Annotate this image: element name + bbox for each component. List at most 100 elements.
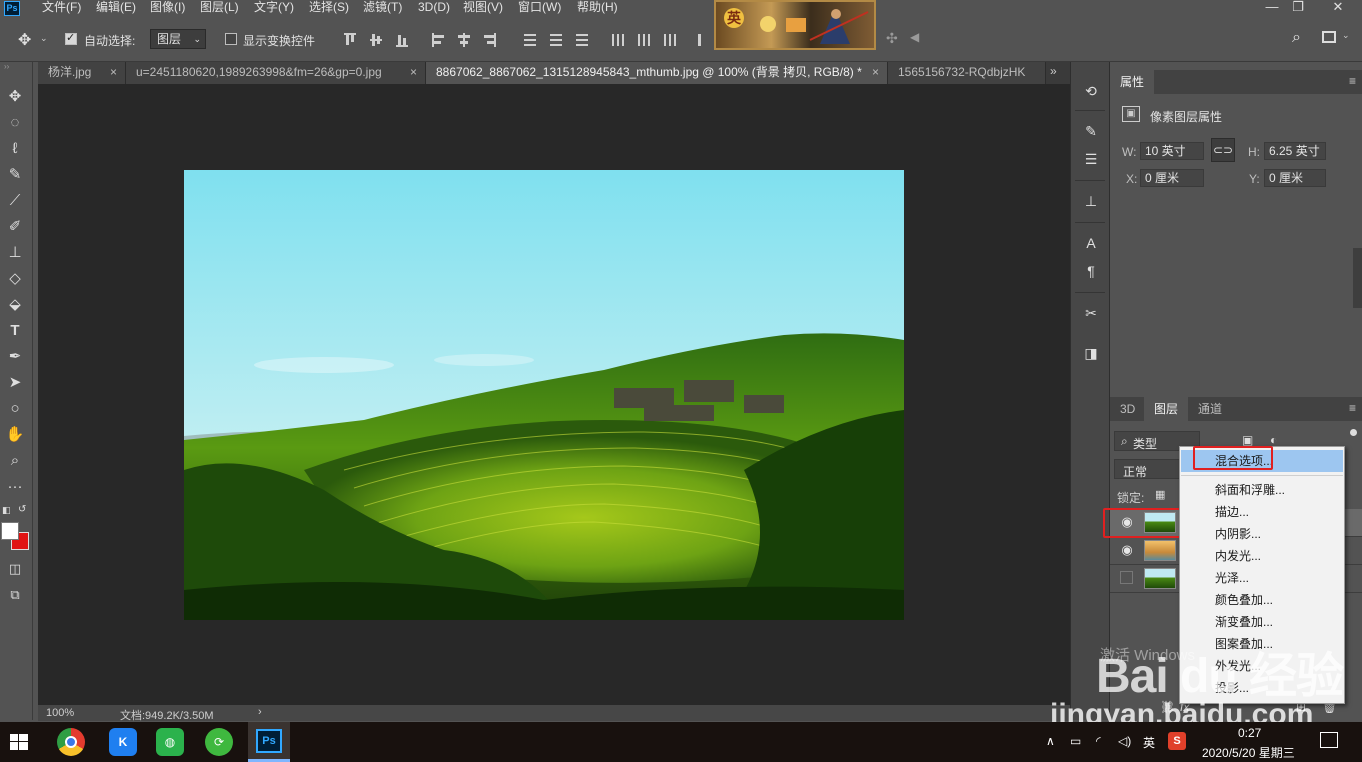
height-field[interactable]: 6.25 英寸 [1264, 142, 1326, 160]
adjustments-icon[interactable]: ☰ [1082, 150, 1100, 168]
menu-type[interactable]: 文字(Y) [254, 0, 294, 18]
restore-icon[interactable]: ❐ [1286, 0, 1310, 16]
menu-drop-shadow[interactable]: 投影... [1181, 677, 1343, 699]
3d-camera-icon[interactable]: ◀ [910, 30, 919, 44]
link-layers-icon[interactable]: ⛓ [1160, 700, 1175, 714]
tray-chevron-icon[interactable]: ∧ [1046, 734, 1055, 748]
volume-icon[interactable]: ◁) [1118, 734, 1131, 748]
brush-tool-icon[interactable]: ✐ [4, 216, 26, 238]
zoom-tool-icon[interactable]: ⌕ [4, 450, 26, 472]
filter-adjust-icon[interactable]: ◐ [1270, 433, 1277, 447]
tray-network-device-icon[interactable]: ▭ [1070, 734, 1081, 748]
filter-toggle-icon[interactable] [1350, 429, 1357, 436]
menu-outer-glow[interactable]: 外发光... [1181, 655, 1343, 677]
x-field[interactable]: 0 厘米 [1140, 169, 1204, 187]
menu-edit[interactable]: 编辑(E) [96, 0, 136, 18]
stamp-tool-icon[interactable]: ⊥ [4, 242, 26, 264]
chevron-down-icon[interactable]: ⌄ [40, 33, 48, 44]
swap-colors-icon[interactable]: ↺ [18, 504, 26, 515]
zoom-level[interactable]: 100% [46, 707, 74, 719]
pen-tool-icon[interactable]: ✒ [4, 346, 26, 368]
filter-pixel-icon[interactable]: ▣ [1242, 433, 1253, 447]
path-select-icon[interactable]: ➤ [4, 372, 26, 394]
layer-thumbnail[interactable] [1144, 568, 1176, 589]
hand-tool-icon[interactable]: ✋ [4, 424, 26, 446]
clock-time[interactable]: 0:27 [1238, 726, 1261, 740]
close-tab-icon[interactable]: × [110, 62, 117, 82]
tab-layers[interactable]: 图层 [1144, 397, 1189, 421]
menu-inner-shadow[interactable]: 内阴影... [1181, 523, 1343, 545]
chrome-icon[interactable] [57, 728, 85, 756]
ellipse-tool-icon[interactable]: ○ [4, 398, 26, 420]
marquee-tool-icon[interactable]: ◌ [4, 112, 26, 134]
tool-presets-icon[interactable]: ✂ [1082, 304, 1100, 322]
menu-color-overlay[interactable]: 颜色叠加... [1181, 589, 1343, 611]
magic-wand-icon[interactable]: ✎ [4, 164, 26, 186]
tab-document-3[interactable]: 8867062_8867062_1315128945843_mthumb.jpg… [426, 62, 888, 84]
clone-source-icon[interactable]: ⊥ [1082, 192, 1100, 210]
show-transform-checkbox[interactable] [225, 33, 237, 45]
tab-document-4[interactable]: 1565156732-RQdbjzHK [888, 62, 1046, 84]
tabs-overflow-icon[interactable]: » [1050, 64, 1057, 78]
clock-date[interactable]: 2020/5/20 星期三 [1202, 744, 1295, 761]
3d-orbit-icon[interactable]: ✣ [886, 30, 898, 47]
navigator-icon[interactable]: ◨ [1082, 344, 1100, 362]
close-icon[interactable]: ✕ [1326, 0, 1350, 16]
eraser-tool-icon[interactable]: ◇ [4, 268, 26, 290]
panel-scrollbar[interactable] [1353, 248, 1362, 308]
menu-pattern-overlay[interactable]: 图案叠加... [1181, 633, 1343, 655]
width-field[interactable]: 10 英寸 [1140, 142, 1204, 160]
wifi-icon[interactable]: ◜ [1096, 734, 1101, 748]
tab-channels[interactable]: 通道 [1188, 397, 1232, 421]
eye-icon[interactable]: ◉ [1120, 543, 1134, 557]
workspace-icon[interactable] [1322, 31, 1336, 43]
link-dimensions-icon[interactable]: ⊂⊃ [1211, 138, 1235, 162]
menu-view[interactable]: 视图(V) [463, 0, 503, 18]
pen-fill-tool-icon[interactable]: ⬙ [4, 294, 26, 316]
auto-select-target-dropdown[interactable]: 图层 ⌄ [150, 29, 206, 49]
menu-file[interactable]: 文件(F) [42, 0, 81, 18]
character-icon[interactable]: A [1082, 234, 1100, 252]
green-app-icon[interactable]: ⟳ [205, 728, 233, 756]
align-icons[interactable] [340, 31, 710, 49]
y-field[interactable]: 0 厘米 [1264, 169, 1326, 187]
photoshop-logo-icon[interactable]: Ps [4, 1, 20, 16]
close-tab-icon[interactable]: × [410, 62, 417, 82]
foreground-color-swatch[interactable] [1, 522, 19, 540]
menu-stroke[interactable]: 描边... [1181, 501, 1343, 523]
move-tool-icon[interactable]: ✥ [18, 30, 31, 50]
menu-gradient-overlay[interactable]: 渐变叠加... [1181, 611, 1343, 633]
close-tab-icon[interactable]: × [872, 62, 879, 82]
search-icon[interactable]: ⌕ [1292, 29, 1301, 47]
status-menu-arrow[interactable]: › [258, 706, 262, 718]
menu-3d[interactable]: 3D(D) [418, 0, 450, 18]
menu-layer[interactable]: 图层(L) [200, 0, 239, 18]
ime-indicator[interactable]: 英 [1143, 734, 1155, 751]
blend-mode-dropdown[interactable]: 正常 [1114, 459, 1184, 479]
default-colors-icon[interactable]: ◧ [2, 505, 12, 515]
menu-satin[interactable]: 光泽... [1181, 567, 1343, 589]
workspace-chevron-icon[interactable]: ⌄ [1342, 30, 1350, 41]
menu-inner-glow[interactable]: 内发光... [1181, 545, 1343, 567]
history-icon[interactable]: ⟲ [1082, 82, 1100, 100]
menu-help[interactable]: 帮助(H) [577, 0, 618, 18]
quick-mask-icon[interactable]: ◫ [4, 558, 26, 580]
document-image[interactable] [184, 170, 904, 620]
menu-image[interactable]: 图像(I) [150, 0, 185, 18]
wechat-icon[interactable]: ◍ [156, 728, 184, 756]
tab-document-1[interactable]: 杨洋.jpg × [38, 62, 126, 84]
menu-select[interactable]: 选择(S) [309, 0, 349, 18]
more-tools-icon[interactable]: ··· [4, 476, 26, 498]
windows-start-icon[interactable] [10, 734, 28, 750]
minimize-icon[interactable]: — [1260, 0, 1284, 16]
visibility-toggle-empty[interactable] [1120, 571, 1133, 584]
kugou-icon[interactable]: K [109, 728, 137, 756]
brush-settings-icon[interactable]: ✎ [1082, 122, 1100, 140]
game-ad-banner[interactable]: 英 [714, 0, 876, 50]
move-tool-icon[interactable]: ✥ [4, 86, 26, 108]
tab-properties[interactable]: 属性 [1110, 70, 1155, 94]
eyedropper-icon[interactable]: ⟋ [4, 190, 26, 212]
auto-select-checkbox[interactable] [65, 31, 77, 45]
notification-icon[interactable] [1320, 732, 1338, 748]
panel-menu-icon[interactable]: ≡ [1349, 74, 1356, 88]
